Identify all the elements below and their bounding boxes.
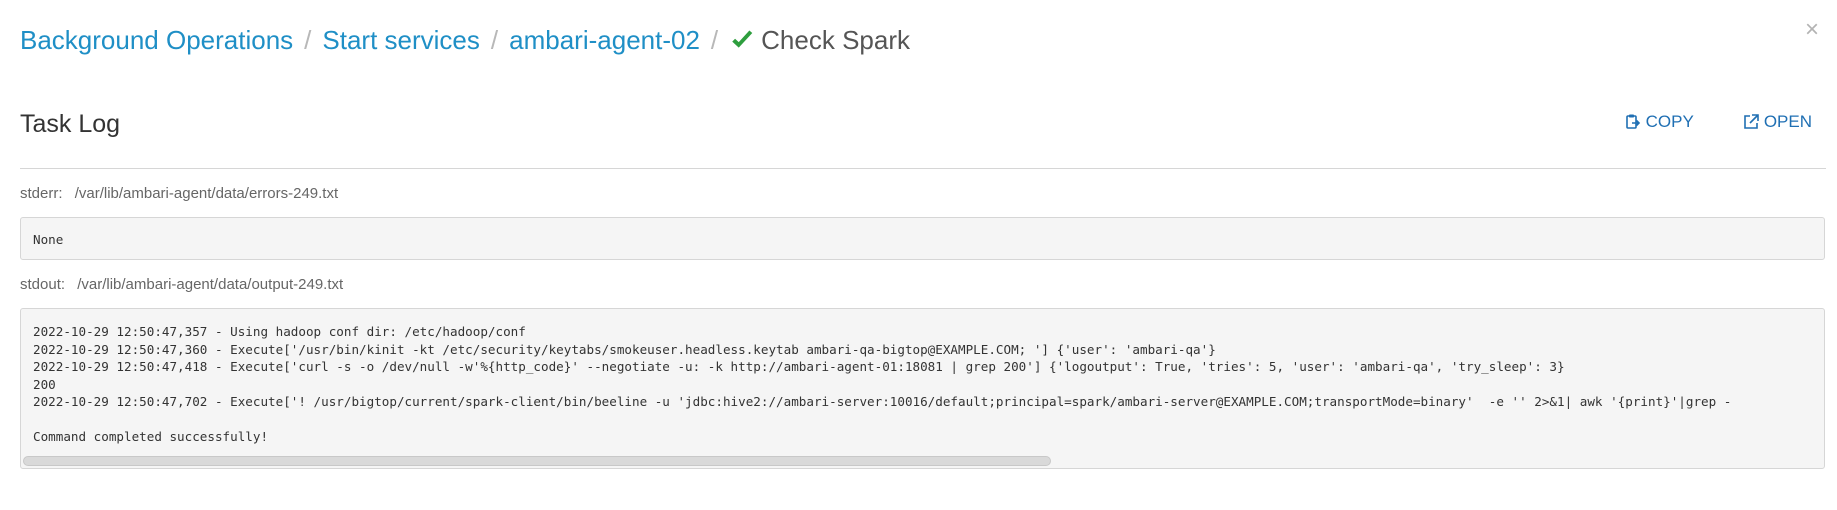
task-log-modal: Background Operations / Start services /… [0, 0, 1837, 510]
breadcrumb-separator: / [710, 24, 719, 55]
breadcrumb-separator: / [304, 24, 312, 55]
open-button[interactable]: OPEN [1742, 112, 1812, 132]
breadcrumb: Background Operations / Start services /… [20, 20, 910, 60]
clipboard-icon [1625, 114, 1640, 129]
copy-button[interactable]: COPY [1624, 112, 1694, 132]
log-line: 2022-10-29 12:50:47,418 - Execute['curl … [33, 359, 1565, 374]
log-line: Command completed successfully! [33, 429, 269, 444]
breadcrumb-current-task: Check Spark [729, 25, 910, 56]
stderr-path: /var/lib/ambari-agent/data/errors-249.tx… [74, 185, 339, 202]
horizontal-scrollbar[interactable] [23, 456, 1051, 466]
copy-label: COPY [1645, 112, 1694, 131]
breadcrumb-host[interactable]: ambari-agent-02 [509, 25, 700, 56]
breadcrumb-background-operations[interactable]: Background Operations [20, 25, 293, 56]
close-button[interactable]: × [1805, 18, 1819, 42]
log-line: 2022-10-29 12:50:47,702 - Execute['! /us… [33, 394, 1732, 409]
stderr-log: None [20, 217, 1825, 260]
task-log-title: Task Log [20, 110, 121, 138]
stdout-path: /var/lib/ambari-agent/data/output-249.tx… [77, 276, 344, 293]
log-line: 200 [33, 376, 56, 392]
stderr-file-label: stderr: /var/lib/ambari-agent/data/error… [20, 185, 338, 202]
current-task-label: Check Spark [761, 24, 910, 55]
stdout-log[interactable]: 2022-10-29 12:50:47,357 - Using hadoop c… [20, 308, 1825, 469]
open-label: OPEN [1763, 112, 1812, 131]
external-link-icon [1744, 114, 1759, 129]
breadcrumb-separator: / [490, 24, 499, 55]
task-log-actions: COPY OPEN [1624, 112, 1812, 132]
stderr-label: stderr: [20, 185, 63, 202]
stdout-file-label: stdout: /var/lib/ambari-agent/data/outpu… [20, 276, 343, 293]
stderr-content: None [33, 232, 64, 247]
log-line: 2022-10-29 12:50:47,360 - Execute['/usr/… [33, 341, 1216, 357]
check-icon [732, 30, 753, 48]
breadcrumb-start-services[interactable]: Start services [322, 25, 480, 56]
stdout-label: stdout: [20, 276, 66, 293]
task-log-header: Task Log COPY OPEN [20, 108, 1826, 169]
log-line: 2022-10-29 12:50:47,357 - Using hadoop c… [33, 324, 526, 339]
